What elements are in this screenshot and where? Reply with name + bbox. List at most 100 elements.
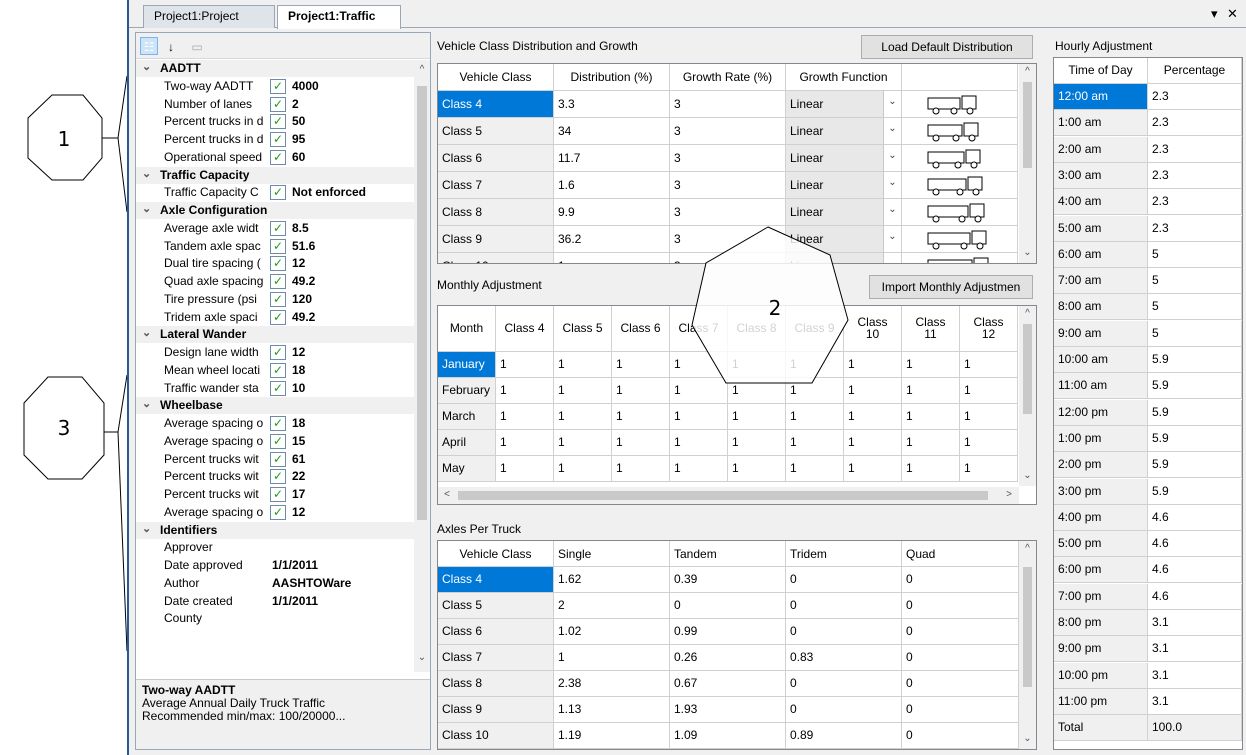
monthly-value-cell[interactable]: 1 xyxy=(612,404,670,430)
time-of-day-cell[interactable]: 10:00 am xyxy=(1054,347,1148,373)
property-value[interactable]: 2 xyxy=(292,97,299,111)
axle-value-cell[interactable]: 1.09 xyxy=(670,723,786,749)
property-checkbox[interactable]: ✓ xyxy=(270,185,286,201)
property-checkbox[interactable]: ✓ xyxy=(270,220,286,236)
property-list-scrollbar[interactable]: ^ ⌄ xyxy=(414,60,430,672)
property-value[interactable]: 12 xyxy=(292,505,305,519)
monthly-value-cell[interactable]: 1 xyxy=(612,352,670,378)
scroll-up-arrow-icon[interactable]: ^ xyxy=(1019,66,1036,77)
percentage-cell[interactable]: 4.6 xyxy=(1148,557,1242,584)
growth-rate-cell[interactable]: 3 xyxy=(670,172,786,199)
category-wheelbase[interactable]: ⌄ Wheelbase xyxy=(136,397,414,415)
column-header[interactable]: Single xyxy=(554,541,670,567)
time-of-day-cell[interactable]: 8:00 pm xyxy=(1054,610,1148,636)
monthly-value-cell[interactable]: 1 xyxy=(670,404,728,430)
property-checkbox[interactable]: ✓ xyxy=(270,78,286,94)
axle-value-cell[interactable]: 0.89 xyxy=(786,723,902,749)
tab-traffic[interactable]: Project1:Traffic xyxy=(277,5,401,29)
vehicle-class-cell[interactable]: Class 10 xyxy=(438,253,554,263)
axle-class-cell[interactable]: Class 10 xyxy=(438,723,554,749)
column-header[interactable]: Class 5 xyxy=(554,306,612,352)
scroll-thumb[interactable] xyxy=(458,491,988,500)
monthly-value-cell[interactable]: 1 xyxy=(554,378,612,404)
axle-value-cell[interactable]: 0 xyxy=(902,567,1019,593)
property-value[interactable]: 15 xyxy=(292,434,305,448)
property-row[interactable]: Mean wheel locati ✓ 18 xyxy=(136,362,414,379)
column-header[interactable]: Class 12 xyxy=(960,306,1018,352)
percentage-cell[interactable]: 5.9 xyxy=(1148,399,1242,426)
percentage-cell[interactable]: 5.9 xyxy=(1148,425,1242,452)
chevron-down-icon[interactable]: ⌄ xyxy=(142,522,151,535)
property-value[interactable]: 1/1/2011 xyxy=(272,558,318,572)
axle-class-cell[interactable]: Class 7 xyxy=(438,645,554,671)
time-of-day-cell[interactable]: 2:00 pm xyxy=(1054,452,1148,479)
axle-value-cell[interactable]: 1.62 xyxy=(554,567,670,593)
property-row[interactable]: Percent trucks in d ✓ 95 xyxy=(136,131,414,148)
property-checkbox[interactable]: ✓ xyxy=(270,132,286,147)
distribution-cell[interactable]: 34 xyxy=(554,118,670,145)
growth-function-dropdown[interactable]: Linear ⌄ xyxy=(786,145,902,172)
property-value[interactable]: 1/1/2011 xyxy=(272,594,318,608)
growth-function-dropdown[interactable]: Linear ⌄ xyxy=(786,118,902,145)
monthly-value-cell[interactable]: 1 xyxy=(844,430,902,456)
scroll-thumb[interactable] xyxy=(1023,82,1032,168)
property-row[interactable]: Percent trucks wit ✓ 17 xyxy=(136,486,414,503)
monthly-value-cell[interactable]: 1 xyxy=(786,456,844,482)
monthly-value-cell[interactable]: 1 xyxy=(786,404,844,430)
scroll-thumb[interactable] xyxy=(1023,567,1032,687)
distribution-cell[interactable]: 1 xyxy=(554,253,670,263)
percentage-cell[interactable]: 5 xyxy=(1148,294,1242,321)
percentage-cell[interactable]: 5.9 xyxy=(1148,478,1242,505)
column-header[interactable]: Quad xyxy=(902,541,1019,567)
monthly-value-cell[interactable]: 1 xyxy=(902,378,960,404)
monthly-value-cell[interactable]: 1 xyxy=(496,378,554,404)
percentage-cell[interactable]: 5 xyxy=(1148,241,1242,268)
property-checkbox[interactable]: ✓ xyxy=(270,469,286,485)
property-checkbox[interactable]: ✓ xyxy=(270,274,286,289)
property-value[interactable]: 18 xyxy=(292,363,305,377)
chevron-down-icon[interactable]: ⌄ xyxy=(883,199,901,225)
percentage-cell[interactable]: 3.1 xyxy=(1148,662,1242,689)
axle-value-cell[interactable]: 1.13 xyxy=(554,697,670,723)
monthly-value-cell[interactable]: 1 xyxy=(844,456,902,482)
growth-rate-cell[interactable]: 3 xyxy=(670,91,786,118)
distribution-cell[interactable]: 1.6 xyxy=(554,172,670,199)
column-header[interactable]: Vehicle Class xyxy=(438,541,554,567)
percentage-cell[interactable]: 5.9 xyxy=(1148,452,1242,479)
time-of-day-cell[interactable]: 1:00 am xyxy=(1054,110,1148,137)
axle-value-cell[interactable]: 0.83 xyxy=(786,645,902,671)
monthly-value-cell[interactable]: 1 xyxy=(960,456,1018,482)
property-checkbox[interactable]: ✓ xyxy=(270,433,286,449)
property-checkbox[interactable]: ✓ xyxy=(270,309,286,325)
property-checkbox[interactable]: ✓ xyxy=(270,256,286,272)
time-of-day-cell[interactable]: 8:00 am xyxy=(1054,294,1148,321)
monthly-value-cell[interactable]: 1 xyxy=(960,352,1018,378)
percentage-cell[interactable]: 4.6 xyxy=(1148,531,1242,558)
property-checkbox[interactable]: ✓ xyxy=(270,345,286,360)
percentage-cell[interactable]: 2.3 xyxy=(1148,84,1242,110)
time-of-day-cell[interactable]: 3:00 pm xyxy=(1054,478,1148,505)
load-default-distribution-button[interactable]: Load Default Distribution xyxy=(861,35,1033,59)
time-of-day-cell[interactable]: 12:00 am xyxy=(1054,84,1148,110)
property-checkbox[interactable]: ✓ xyxy=(270,114,286,130)
category-traffic-capacity[interactable]: ⌄ Traffic Capacity xyxy=(136,166,414,184)
axle-class-cell[interactable]: Class 9 xyxy=(438,697,554,723)
monthly-value-cell[interactable]: 1 xyxy=(902,352,960,378)
monthly-value-cell[interactable]: 1 xyxy=(554,456,612,482)
time-of-day-cell[interactable]: 4:00 am xyxy=(1054,189,1148,216)
scroll-thumb[interactable] xyxy=(417,86,427,520)
time-of-day-cell[interactable]: 4:00 pm xyxy=(1054,504,1148,531)
time-of-day-cell[interactable]: 12:00 pm xyxy=(1054,399,1148,426)
axle-value-cell[interactable]: 0 xyxy=(902,697,1019,723)
property-checkbox[interactable]: ✓ xyxy=(270,451,286,467)
column-header[interactable]: Class 11 xyxy=(902,306,960,352)
property-value[interactable]: 49.2 xyxy=(292,274,315,288)
property-value[interactable]: 51.6 xyxy=(292,239,315,253)
scroll-right-arrow-icon[interactable]: > xyxy=(1002,489,1016,500)
axle-value-cell[interactable]: 0 xyxy=(902,619,1019,645)
grid-vertical-scrollbar[interactable]: ^ ⌄ xyxy=(1019,541,1036,749)
percentage-cell[interactable]: 5 xyxy=(1148,268,1242,295)
monthly-value-cell[interactable]: 1 xyxy=(902,456,960,482)
grid-vertical-scrollbar[interactable]: ^ ⌄ xyxy=(1019,64,1036,263)
percentage-cell[interactable]: 5 xyxy=(1148,320,1242,347)
